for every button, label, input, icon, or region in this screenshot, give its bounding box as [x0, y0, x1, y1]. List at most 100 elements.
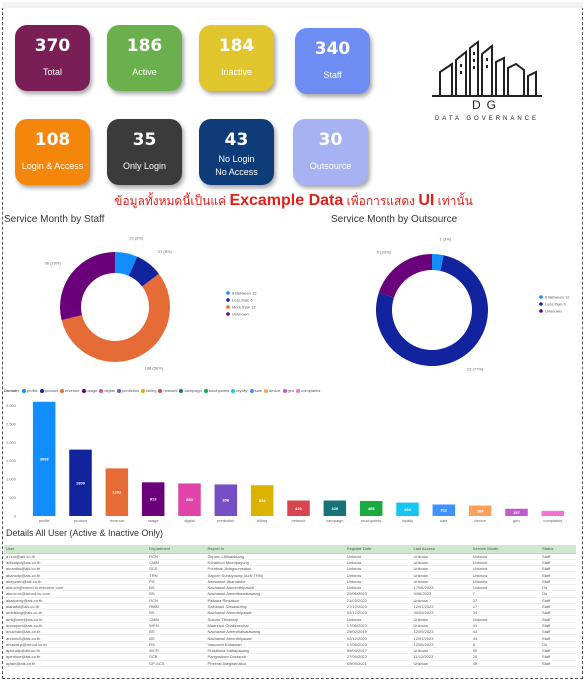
x-tick-label: geo	[513, 518, 520, 523]
table-row[interactable]: apisin@ais.co.th DP-SCS Pheeral Jaegwenaku…	[4, 660, 576, 667]
sample-data-banner: ข้อมูลทั้งหมดนี้เป็นแค่ Excample Data เพ…	[0, 192, 587, 211]
building-logo-icon	[432, 40, 542, 97]
staff-chart-title: Service Month by Staff	[4, 214, 105, 225]
kpi-card-total[interactable]: 370 Total	[15, 25, 90, 91]
legend-label[interactable]: Less than 6	[232, 298, 253, 303]
bar-data-label: 3098	[40, 456, 50, 461]
column-header[interactable]: Register Date	[344, 545, 412, 554]
bar-chart: 3,000 2,500 2,000 1,500 1,000 500 0 3098 profile…	[6, 401, 565, 523]
table-title: Details All User (Active & Inactive Only…	[6, 528, 164, 538]
kpi-label: Inactive	[220, 67, 253, 77]
kpi-card-only-login[interactable]: 35 Only Login	[107, 119, 182, 185]
top-strip	[2, 2, 583, 8]
table-cell: 09/09/2021	[344, 660, 412, 667]
x-tick-label: touchpoints	[361, 518, 381, 523]
x-tick-label: campaign	[326, 518, 343, 523]
donut-data-label: 1 (3%)	[439, 236, 451, 241]
kpi-card-staff[interactable]: 340 Staff	[295, 28, 370, 94]
legend-marker	[539, 302, 543, 306]
logo: DG DATA GOVERNANCE	[412, 40, 562, 130]
bar[interactable]	[541, 510, 565, 516]
y-tick-label: 500	[9, 495, 16, 500]
bar-data-label: 834	[259, 498, 266, 503]
legend-label[interactable]: 6 Between 12	[545, 295, 570, 300]
x-tick-label: product	[74, 518, 88, 523]
x-tick-label: billing	[257, 518, 267, 523]
kpi-label: Only Login	[122, 161, 167, 171]
legend-marker	[226, 305, 230, 309]
x-tick-label: network	[291, 518, 305, 523]
donut-data-label: 96 (29%)	[44, 260, 61, 265]
outsource-chart-title: Service Month by Outsource	[331, 214, 458, 225]
legend-marker	[226, 291, 230, 295]
donut-slice[interactable]	[378, 254, 432, 298]
bar-data-label: 312	[440, 508, 447, 513]
legend-label[interactable]: Unknown	[545, 309, 562, 314]
legend-label[interactable]: 6 Between 12	[232, 291, 257, 296]
legend-label[interactable]: Unknown	[232, 312, 249, 317]
column-header[interactable]: Last Access	[411, 545, 471, 554]
x-tick-label: sale	[440, 518, 448, 523]
column-header[interactable]: Department	[147, 545, 206, 554]
y-tick-label: 2,000	[6, 440, 17, 445]
table-cell: apisin@ais.co.th	[4, 660, 148, 667]
banner-ui: UI	[418, 192, 435, 209]
kpi-label: Login & Access	[21, 161, 84, 171]
banner-post: เท่านั้น	[434, 194, 473, 208]
column-header[interactable]: Service Month	[470, 545, 541, 554]
x-tick-label: complaints	[543, 518, 562, 523]
y-tick-label: 0	[14, 514, 17, 519]
bar-data-label: 883	[186, 497, 193, 502]
x-tick-label: revenue	[110, 518, 125, 523]
column-header[interactable]: Report to	[205, 545, 345, 554]
kpi-card-outsource[interactable]: 30 Outsource	[293, 119, 368, 185]
user-table: User Department Report to Register Date Last…	[4, 545, 576, 667]
column-header[interactable]: User	[4, 545, 148, 554]
column-header[interactable]: Status	[540, 545, 576, 554]
kpi-value: 108	[34, 130, 71, 150]
kpi-value: 186	[126, 36, 163, 56]
table-body: a.nuu@ais.co.th RCN Sirporn Lithsawdang Unk…	[4, 553, 576, 667]
kpi-value: 370	[34, 36, 71, 56]
x-tick-label: digital	[184, 518, 195, 523]
donut-data-label: 188 (56%)	[145, 365, 164, 370]
kpi-label: Total	[42, 67, 62, 77]
legend-marker	[226, 312, 230, 316]
kpi-label: Active	[132, 67, 157, 77]
kpi-label: Outsource	[309, 161, 352, 171]
x-tick-label: loyalty	[402, 518, 413, 523]
donut-charts: 22 (6%) 27 (8%) 188 (56%) 96 (29%) 6 Between…	[44, 235, 570, 372]
donut-slice[interactable]	[60, 252, 115, 321]
table-cell: DP-SCS	[147, 660, 206, 667]
kpi-card-no-login-no-access[interactable]: 43 No Login No Access	[199, 119, 274, 185]
bar-data-label: 284	[477, 508, 484, 513]
y-tick-label: 1,500	[6, 458, 17, 463]
kpi-card-active[interactable]: 186 Active	[107, 25, 182, 91]
bar-data-label: 856	[222, 498, 229, 503]
x-tick-label: device	[474, 518, 486, 523]
logo-name: DATA GOVERNANCE	[434, 116, 540, 122]
kpi-value: 35	[132, 130, 157, 150]
bar-data-label: 1292	[112, 490, 122, 495]
table-cell: Staff	[540, 660, 576, 667]
table-cell: Pheeral Jaegwenakul	[205, 660, 345, 667]
bar-data-label: 420	[295, 506, 302, 511]
bar-data-label: 408	[368, 506, 375, 511]
table-header-row: User Department Report to Register Date Last…	[4, 545, 576, 554]
donut-data-label: 23 (77%)	[467, 367, 484, 372]
kpi-value: 43	[224, 130, 249, 150]
bar-data-label: 913	[150, 497, 157, 502]
bar-data-label: 364	[404, 507, 411, 512]
legend-label[interactable]: Less than 6	[545, 302, 566, 307]
kpi-card-login-access[interactable]: 108 Login & Access	[15, 119, 90, 185]
kpi-label: Staff	[323, 70, 342, 80]
legend-marker	[539, 309, 543, 313]
legend-label[interactable]: More than 12	[232, 305, 256, 310]
legend-marker	[539, 295, 543, 299]
logo-initials: DG	[472, 98, 502, 112]
donut-data-label: 22 (6%)	[129, 235, 144, 240]
kpi-value: 184	[218, 36, 255, 56]
banner-mid: เพื่อการแสดง	[343, 194, 419, 208]
x-tick-label: prediction	[217, 518, 234, 523]
kpi-card-inactive[interactable]: 184 Inactive	[199, 25, 274, 91]
